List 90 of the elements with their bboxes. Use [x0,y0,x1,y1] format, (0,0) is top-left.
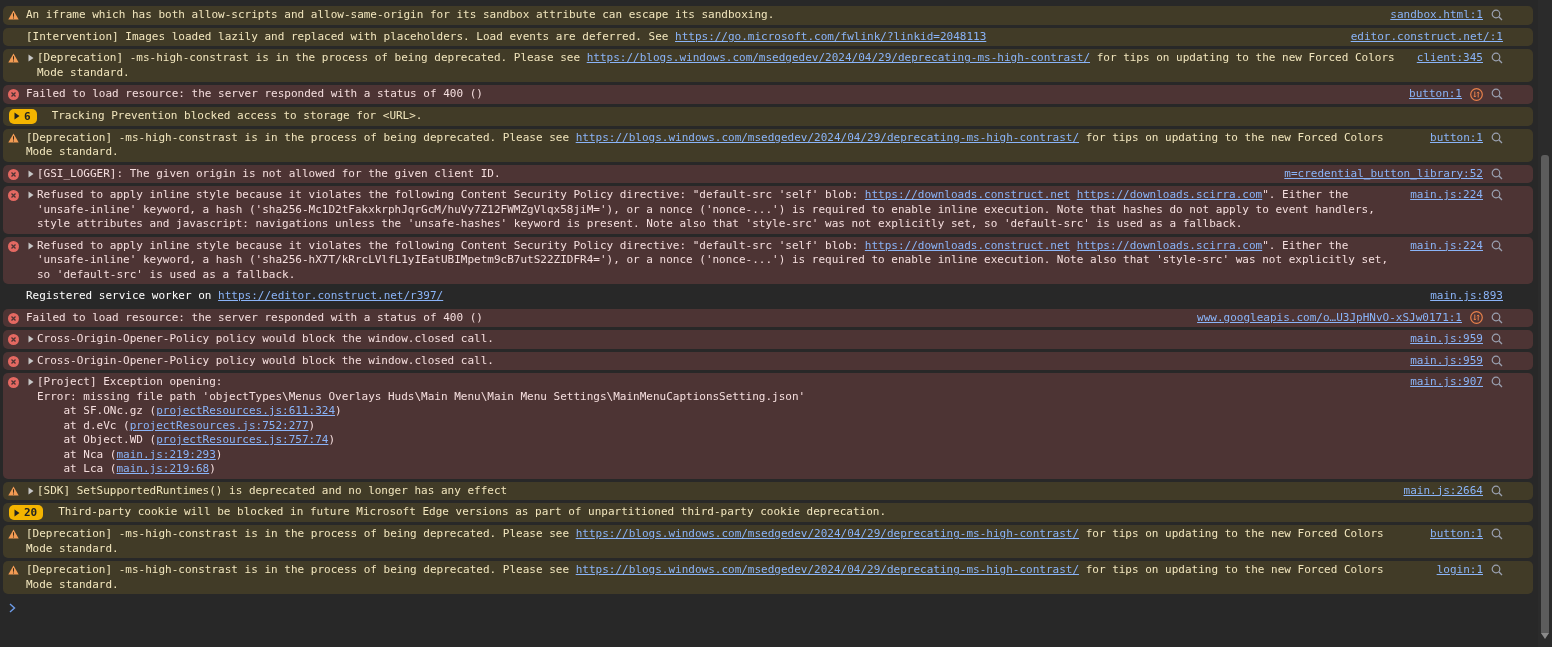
network-request-icon[interactable] [1470,87,1483,101]
warning-icon [8,565,19,575]
message-link[interactable]: projectResources.js:757:74 [156,433,329,446]
message-count-badge[interactable]: 20 [9,505,44,520]
search-icon[interactable] [1491,528,1503,541]
search-icon[interactable] [1491,88,1503,101]
source-link[interactable]: login:1 [1436,563,1483,578]
message-link[interactable]: https://downloads.construct.net [864,188,1071,201]
message-link[interactable]: https://downloads.scirra.com [1076,238,1263,252]
source-link[interactable]: main.js:959 [1410,353,1483,368]
error-icon [8,168,19,180]
source-link[interactable]: button:1 [1409,87,1462,102]
search-icon[interactable] [1491,52,1503,65]
source-link[interactable]: main.js:224 [1410,238,1483,253]
warning-icon [8,529,19,539]
message-text: Cross-Origin-Opener-Policy policy would block the window.closed call. [36,332,495,347]
message-text: Registered service worker on https://editor.construct.net/r397/ [25,289,445,304]
search-icon[interactable] [1491,484,1503,497]
search-icon[interactable] [1491,189,1503,202]
expand-triangle-icon[interactable] [28,378,34,386]
message-count-badge[interactable]: 6 [9,108,37,124]
prompt-chevron-icon [9,603,16,613]
source-link[interactable]: button:1 [1430,130,1483,145]
source-link[interactable]: main.js:893 [1430,289,1503,304]
message-text: Refused to apply inline style because it violates the following Content Security Policy directive: "default-src 'self' blob: https://downloads.construct.net https://downloads.scirra.com". Either the 'unsafe-inline' keyword, a hash ('sha256-hX7T/kRrcLVlfL1yIEatUBIMpetm9cB7utS22ZIDFR4='), or a nonce ('nonce-...') is required to enable inline execution. Note also that 'style-src' was not explicitly set, so 'default-src' is used as a fallback. [36,238,1389,282]
message-link[interactable]: projectResources.js:611:324 [156,404,336,417]
warning-icon [8,10,19,20]
source-link[interactable]: main.js:959 [1410,332,1483,347]
source-link[interactable]: main.js:224 [1410,188,1483,203]
message-text: An iframe which has both allow-scripts and allow-same-origin for its sandbox attribute can escape its sandboxing. [25,8,776,23]
source-link[interactable]: main.js:907 [1410,375,1483,390]
message-text: [Intervention] Images loaded lazily and replaced with placeholders. Load events are deferred. See https://go.microsoft.com/fwlink/?linkid=2048113 [25,29,988,44]
search-icon[interactable] [1491,9,1503,22]
error-icon [8,190,19,201]
message-text: [Deprecation] -ms-high-constrast is in the process of being deprecated. Please see https://blogs.windows.com/msedgedev/2024/04/29/deprecating-ms-high-contrast/ for tips on updating to the new Forced Colors Mode standard. [36,51,1396,80]
expand-triangle-icon[interactable] [28,169,34,178]
source-link[interactable]: m=credential_button_library:52 [1284,166,1483,181]
search-icon[interactable] [1491,376,1503,389]
source-link[interactable]: www.googleapis.com/o…U3JpHNvO-xSJw0171:1 [1197,310,1462,325]
message-link[interactable]: https://blogs.windows.com/msedgedev/2024/04/29/deprecating-ms-high-contrast/ [586,51,1090,64]
message-link[interactable]: main.js:219:68 [116,462,210,475]
error-icon [8,334,19,345]
source-link[interactable]: editor.construct.net/:1 [1350,29,1503,44]
message-text: Failed to load resource: the server responded with a status of 400 () [25,87,484,102]
error-icon [8,355,19,367]
source-link[interactable]: main.js:2664 [1403,483,1483,498]
search-icon[interactable] [1491,564,1503,577]
expand-triangle-icon[interactable] [28,356,34,365]
search-icon[interactable] [1491,167,1503,180]
message-link[interactable]: https://editor.construct.net/r397/ [218,289,444,302]
message-text: [SDK] SetSupportedRuntimes() is deprecated and no longer has any effect [36,483,509,498]
error-icon [8,312,19,324]
message-text: [Deprecation] -ms-high-constrast is in the process of being deprecated. Please see https://blogs.windows.com/msedgedev/2024/04/29/deprecating-ms-high-contrast/ for tips on updating to the new Forced Colors Mode standard. [25,563,1385,592]
message-link[interactable]: main.js:219:293 [116,447,216,461]
source-link[interactable]: button:1 [1430,527,1483,542]
message-link[interactable]: https://blogs.windows.com/msedgedev/2024/04/29/deprecating-ms-high-contrast/ [575,130,1079,144]
message-text: [Project] Exception opening: Error: missing file path 'objectTypes\Menus Overlays Huds\Main Menu\Main Menu Settings\MainMenuCaptionsSetting.json' at SF.ONc.gz (projectResources.js:611:324) at d.eVc (projectResources.js:752:277) at Object.WD (projectResources.js:757:74) at Nca (main.js:219:293) at Lca (main.js:219:68) [36,375,807,477]
warning-icon [8,53,19,63]
message-text: [Deprecation] -ms-high-constrast is in the process of being deprecated. Please see https://blogs.windows.com/msedgedev/2024/04/29/deprecating-ms-high-contrast/ for tips on updating to the new Forced Colors Mode standard. [25,527,1385,556]
expand-triangle-icon[interactable] [28,486,34,495]
error-icon [8,240,19,252]
message-link[interactable]: https://go.microsoft.com/fwlink/?linkid=2048113 [675,29,987,43]
message-text: [GSI_LOGGER]: The given origin is not allowed for the given client ID. [36,166,502,181]
message-link[interactable]: https://downloads.scirra.com [1076,188,1263,201]
warning-icon [8,132,19,143]
expand-triangle-icon[interactable] [28,335,34,343]
message-text: [Deprecation] -ms-high-constrast is in the process of being deprecated. Please see https://blogs.windows.com/msedgedev/2024/04/29/deprecating-ms-high-contrast/ for tips on updating to the new Forced Colors Mode standard. [25,130,1385,160]
search-icon[interactable] [1491,239,1503,252]
message-link[interactable]: projectResources.js:752:277 [129,418,309,432]
expand-triangle-icon[interactable] [28,54,34,62]
network-request-icon[interactable] [1470,311,1483,325]
error-icon [8,89,19,100]
search-icon[interactable] [1491,131,1503,144]
error-icon [8,377,19,388]
message-link[interactable]: https://blogs.windows.com/msedgedev/2024/04/29/deprecating-ms-high-contrast/ [575,563,1079,576]
message-text: Cross-Origin-Opener-Policy policy would block the window.closed call. [36,353,495,368]
message-link[interactable]: https://blogs.windows.com/msedgedev/2024/04/29/deprecating-ms-high-contrast/ [575,527,1079,540]
message-text: Third-party cookie will be blocked in future Microsoft Edge versions as part of unpartitioned third-party cookie deprecation. [57,505,888,520]
warning-icon [8,485,19,496]
expand-triangle-icon[interactable] [28,241,34,250]
search-icon[interactable] [1491,354,1503,367]
expand-triangle-icon[interactable] [28,191,34,199]
source-link[interactable]: client:345 [1416,51,1483,66]
message-link[interactable]: https://downloads.construct.net [864,238,1071,252]
source-link[interactable]: sandbox.html:1 [1390,8,1483,23]
message-text: Tracking Prevention blocked access to storage for <URL>. [50,108,424,123]
message-text: Failed to load resource: the server responded with a status of 400 () [25,310,484,325]
message-text: Refused to apply inline style because it violates the following Content Security Policy directive: "default-src 'self' blob: https://downloads.construct.net https://downloads.scirra.com". Either the 'unsafe-inline' keyword, a hash ('sha256-Mc1D2tFakxkrphJqrGcM/huVy7Z12FWMZgVlqx58jiM='), or a nonce ('nonce-...') is required to enable inline execution. Note that hashes do not apply to event handlers, style attributes and javascript: navigations unless the 'unsafe-hashes' keyword is present. Note also that 'style-src' was not explicitly set, so 'default-src' is used as a fallback. [36,188,1376,232]
search-icon[interactable] [1491,333,1503,346]
search-icon[interactable] [1491,311,1503,324]
